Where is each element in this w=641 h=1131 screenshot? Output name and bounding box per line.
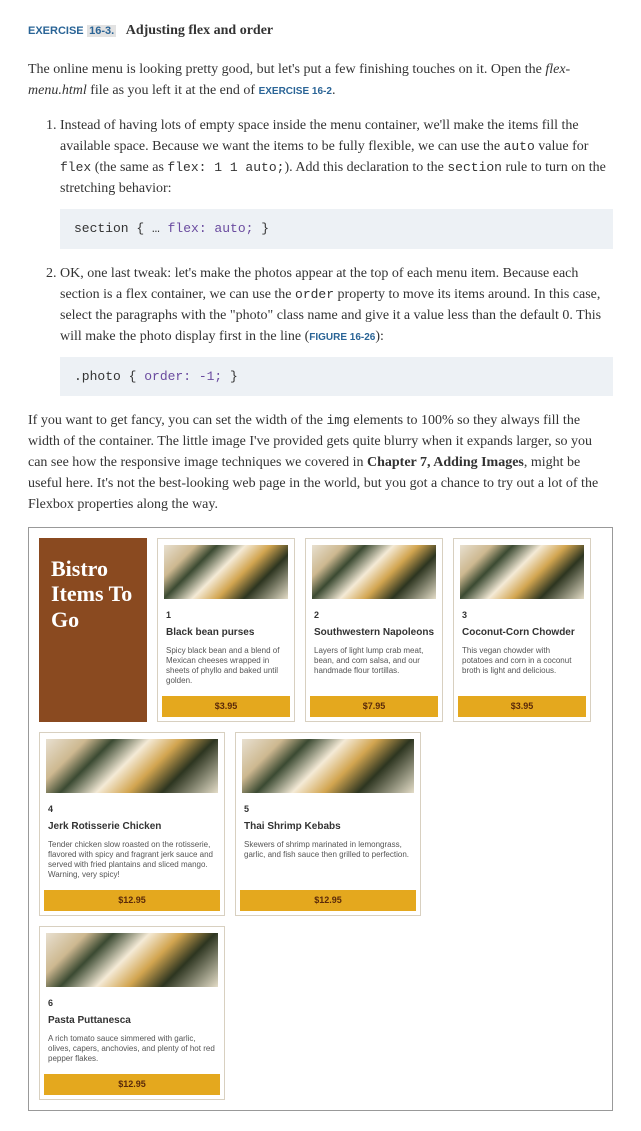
card-body: 6 Pasta Puttanesca A rich tomato sauce sim… xyxy=(40,993,224,1070)
intro-text: The online menu is looking pretty good, … xyxy=(28,62,545,77)
code-inline: order xyxy=(295,287,334,302)
card-number: 1 xyxy=(166,609,286,623)
figure-link[interactable]: FIGURE 16-26 xyxy=(309,332,375,343)
step-item: OK, one last tweak: let's make the photo… xyxy=(60,263,613,397)
card-title: Southwestern Napoleons xyxy=(314,625,434,640)
card-price: $12.95 xyxy=(44,1074,220,1096)
code-block: .photo { order: -1; } xyxy=(60,357,613,397)
card-description: This vegan chowder with potatoes and cor… xyxy=(462,646,582,676)
card-title: Thai Shrimp Kebabs xyxy=(244,819,412,834)
code-highlight: flex: auto; xyxy=(168,221,254,236)
code-inline: section xyxy=(447,160,502,175)
chapter-ref: Chapter 7, Adding Images xyxy=(367,455,524,470)
card-number: 2 xyxy=(314,609,434,623)
text: ): xyxy=(375,329,384,344)
exercise-title: Adjusting flex and order xyxy=(126,23,273,38)
card-price: $3.95 xyxy=(458,696,586,718)
card-title: Jerk Rotisserie Chicken xyxy=(48,819,216,834)
card-photo xyxy=(164,545,288,599)
card-number: 3 xyxy=(462,609,582,623)
card-title: Coconut-Corn Chowder xyxy=(462,625,582,640)
card-body: 4 Jerk Rotisserie Chicken Tender chicken s… xyxy=(40,799,224,886)
code-text: .photo { xyxy=(74,369,144,384)
card-photo xyxy=(46,739,218,793)
card-description: A rich tomato sauce simmered with garlic… xyxy=(48,1034,216,1064)
card-price: $12.95 xyxy=(44,890,220,912)
exercise-heading: EXERCISE 16-3. Adjusting flex and order xyxy=(28,20,613,41)
steps-list: Instead of having lots of empty space in… xyxy=(28,115,613,396)
text: ). Add this declaration to the xyxy=(284,160,447,175)
code-highlight: order: -1; xyxy=(144,369,222,384)
step-text: Instead of having lots of empty space in… xyxy=(60,115,613,199)
intro-text: . xyxy=(332,83,336,98)
card-description: Spicy black bean and a blend of Mexican … xyxy=(166,646,286,686)
exercise-link[interactable]: EXERCISE 16-2 xyxy=(259,86,332,97)
code-text: section { … xyxy=(74,221,168,236)
code-text: } xyxy=(222,369,238,384)
code-inline: flex: 1 1 auto; xyxy=(167,160,284,175)
card-number: 5 xyxy=(244,803,412,817)
card-photo xyxy=(242,739,414,793)
exercise-number: 16-3. xyxy=(87,25,116,37)
code-inline: flex xyxy=(60,160,91,175)
card-title: Pasta Puttanesca xyxy=(48,1013,216,1028)
menu-card: 3 Coconut-Corn Chowder This vegan chowder … xyxy=(453,538,591,722)
card-photo xyxy=(46,933,218,987)
text: value for xyxy=(535,139,589,154)
text: If you want to get fancy, you can set th… xyxy=(28,413,326,428)
card-body: 1 Black bean purses Spicy black bean and a… xyxy=(158,605,294,692)
card-description: Tender chicken slow roasted on the rotis… xyxy=(48,840,216,880)
code-block: section { … flex: auto; } xyxy=(60,209,613,249)
card-price: $3.95 xyxy=(162,696,290,718)
card-description: Skewers of shrimp marinated in lemongras… xyxy=(244,840,412,860)
menu-card: 5 Thai Shrimp Kebabs Skewers of shrimp mar… xyxy=(235,732,421,916)
menu-card: 2 Southwestern Napoleons Layers of light l… xyxy=(305,538,443,722)
card-title: Black bean purses xyxy=(166,625,286,640)
card-photo xyxy=(460,545,584,599)
card-number: 6 xyxy=(48,997,216,1011)
code-inline: img xyxy=(326,413,349,428)
card-body: 3 Coconut-Corn Chowder This vegan chowder … xyxy=(454,605,590,692)
menu-card: 4 Jerk Rotisserie Chicken Tender chicken s… xyxy=(39,732,225,916)
card-description: Layers of light lump crab meat, bean, an… xyxy=(314,646,434,676)
code-text: } xyxy=(253,221,269,236)
step-text: OK, one last tweak: let's make the photo… xyxy=(60,263,613,347)
text: Instead of having lots of empty space in… xyxy=(60,118,579,154)
card-price: $12.95 xyxy=(240,890,416,912)
text: (the same as xyxy=(91,160,167,175)
bistro-header: Bistro Items To Go xyxy=(39,538,147,722)
menu-card: 1 Black bean purses Spicy black bean and a… xyxy=(157,538,295,722)
intro-text: file as you left it at the end of xyxy=(90,83,258,98)
card-number: 4 xyxy=(48,803,216,817)
card-photo xyxy=(312,545,436,599)
code-inline: auto xyxy=(504,139,535,154)
step-item: Instead of having lots of empty space in… xyxy=(60,115,613,249)
exercise-label: EXERCISE xyxy=(28,25,84,37)
card-body: 5 Thai Shrimp Kebabs Skewers of shrimp mar… xyxy=(236,799,420,886)
intro-paragraph: The online menu is looking pretty good, … xyxy=(28,59,613,101)
card-price: $7.95 xyxy=(310,696,438,718)
closing-paragraph: If you want to get fancy, you can set th… xyxy=(28,410,613,515)
card-body: 2 Southwestern Napoleons Layers of light l… xyxy=(306,605,442,692)
figure-preview: Bistro Items To Go 1 Black bean purses Spi… xyxy=(28,527,613,1111)
menu-card: 6 Pasta Puttanesca A rich tomato sauce sim… xyxy=(39,926,225,1100)
